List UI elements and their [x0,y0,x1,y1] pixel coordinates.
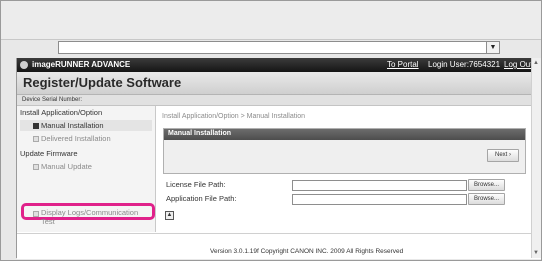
license-file-input[interactable] [292,180,467,191]
brand-name: imageRUNNER ADVANCE [32,60,131,69]
bullet-icon [33,136,39,142]
sidebar-item-delivered-installation[interactable]: Delivered Installation [20,133,152,144]
sidebar-item-label: Manual Update [41,162,92,171]
footer [17,233,541,259]
serial-bar: Device Serial Number: [17,95,541,106]
web-content: imageRUNNER ADVANCE To Portal Login User… [16,58,541,259]
copyright-text: Version 3.0.1.19f Copyright CANON INC. 2… [210,248,404,255]
address-bar[interactable]: ▼ [58,41,500,54]
sidebar-item-label: Delivered Installation [41,134,111,143]
browser-window: ▼ imageRUNNER ADVANCE To Portal Login Us… [0,0,542,261]
application-file-input[interactable] [292,194,467,205]
page-header: Register/Update Software [17,72,541,95]
canon-logo-icon [20,61,28,69]
browser-toolbar [1,1,541,40]
scrollbar[interactable]: ▲ ▼ [531,58,541,258]
collapse-icon[interactable]: ▲ [165,211,174,220]
application-browse-button[interactable]: Browse... [468,193,505,205]
sidebar-item-label: Display Logs/Communication Test [41,208,139,226]
bullet-icon [33,123,39,129]
sidebar-item-manual-installation[interactable]: Manual Installation [20,120,152,131]
scroll-up-icon[interactable]: ▲ [533,60,539,66]
sidebar-item-manual-update[interactable]: Manual Update [20,161,152,172]
main-panel: Install Application/Option > Manual Inst… [156,106,541,232]
scroll-down-icon[interactable]: ▼ [533,250,539,256]
sidebar-item-display-logs[interactable]: Display Logs/Communication Test [21,203,155,226]
page-title: Register/Update Software [23,75,182,90]
app-titlebar: imageRUNNER ADVANCE To Portal Login User… [17,58,541,72]
application-file-label: Application File Path: [166,194,237,203]
next-label: Next [494,152,508,158]
next-button[interactable]: Next › [487,149,519,162]
bullet-icon [33,164,39,170]
license-file-label: License File Path: [166,180,226,189]
to-portal-link[interactable]: To Portal [387,60,419,69]
chevron-right-icon: › [509,152,511,158]
log-out-link[interactable]: Log Out [504,60,532,69]
breadcrumb: Install Application/Option > Manual Inst… [162,113,306,120]
section-title-bar: Manual Installation [164,129,525,140]
section-title: Manual Installation [168,130,232,137]
chevron-down-icon[interactable]: ▼ [486,42,499,53]
sidebar-section-install: Install Application/Option [20,108,103,117]
login-user: Login User:7654321 [428,60,501,69]
serial-label: Device Serial Number: [22,97,83,103]
bullet-icon [33,211,39,217]
manual-installation-section: Manual Installation Next › [163,128,526,174]
license-browse-button[interactable]: Browse... [468,179,505,191]
sidebar-section-firmware: Update Firmware [20,149,78,158]
sidebar-item-label: Manual Installation [41,121,104,130]
